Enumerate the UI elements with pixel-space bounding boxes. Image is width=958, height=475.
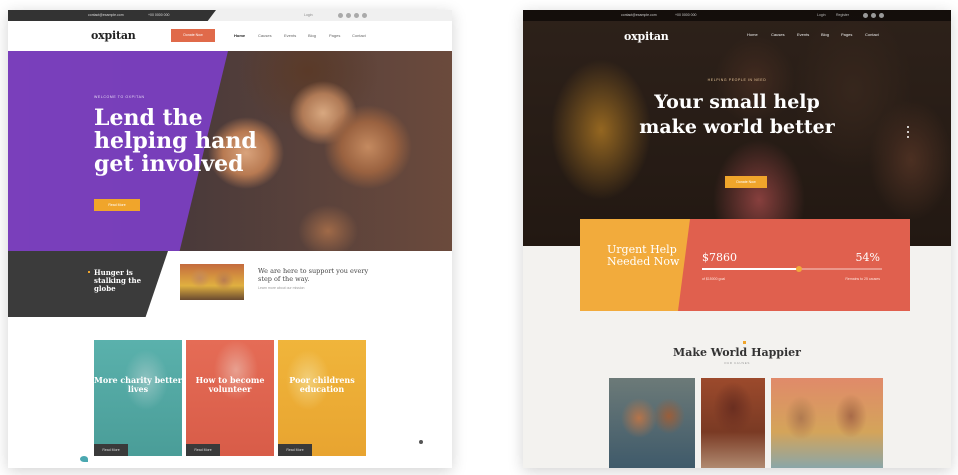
logo[interactable]: oxpitan (91, 29, 136, 42)
linkedin-icon[interactable] (362, 13, 367, 18)
nav-item-events[interactable]: Events (797, 32, 809, 37)
instagram-icon[interactable] (354, 13, 359, 18)
nav-item-contact[interactable]: Contact (865, 32, 879, 37)
card-read-more-button[interactable]: Read More (94, 444, 128, 456)
support-text: We are here to support you every step of… (258, 267, 369, 283)
bird-icon (80, 456, 88, 462)
children-thumbnail (180, 264, 244, 300)
nav-item-blog[interactable]: Blog (308, 33, 316, 38)
goal-text: of $15000 goal (702, 277, 726, 281)
mission-link[interactable]: Learn more about our mission (258, 286, 305, 290)
cause-card-education[interactable]: Poor childrens education Read More (278, 340, 366, 456)
cause-image[interactable] (771, 378, 883, 468)
nav-item-pages[interactable]: Pages (841, 32, 852, 37)
nav-item-events[interactable]: Events (284, 33, 296, 38)
twitter-icon[interactable] (871, 13, 876, 18)
hero-title: Lend the helping hand get involved (94, 105, 257, 177)
twitter-icon[interactable] (346, 13, 351, 18)
cause-card-charity[interactable]: More charity better lives Read More (94, 340, 182, 456)
topbar-phone[interactable]: +00 0000 000 (148, 10, 170, 21)
hero-eyebrow: WELCOME TO OXPITAN (94, 95, 145, 99)
donation-progress-bar (702, 266, 882, 272)
header: oxpitan Donate Now Home Causes Events Bl… (8, 21, 452, 51)
card-title: More charity better lives (94, 375, 182, 394)
nav-item-contact[interactable]: Contact (352, 33, 366, 38)
hero-title: Your small help make world better (639, 91, 835, 138)
card-title: Poor childrens education (289, 375, 355, 394)
topbar-email[interactable]: contact@example.com (621, 10, 657, 21)
raised-percent: 54% (855, 251, 880, 264)
nav-item-causes[interactable]: Causes (771, 32, 785, 37)
hunger-text: Hunger is stalking the globe (88, 269, 154, 293)
topbar-register-link[interactable]: Register (836, 10, 849, 21)
hero-section: WELCOME TO OXPITAN Lend the helping hand… (8, 51, 452, 251)
topbar: contact@example.com +00 0000 000 Login (8, 10, 452, 21)
nav-item-home[interactable]: Home (747, 32, 758, 37)
cause-image[interactable] (609, 378, 695, 468)
card-title: How to become volunteer (195, 375, 265, 394)
hero-section: contact@example.com +00 0000 000 Login R… (523, 10, 951, 246)
section-heading: Make World Happier (673, 346, 801, 359)
scroll-indicator-dot (419, 440, 423, 444)
nav-item-blog[interactable]: Blog (821, 32, 829, 37)
cause-image[interactable] (701, 378, 765, 468)
topbar-login-link[interactable]: Login (304, 10, 313, 21)
raised-amount: $7860 (702, 251, 737, 264)
right-page-mockup: contact@example.com +00 0000 000 Login R… (523, 10, 951, 468)
left-page-mockup: contact@example.com +00 0000 000 Login o… (8, 10, 452, 468)
facebook-icon[interactable] (863, 13, 868, 18)
section-subheading: OUR CAUSES (724, 361, 750, 365)
donation-progress-fill (702, 268, 800, 270)
nav-item-home[interactable]: Home (234, 33, 245, 38)
cause-card-volunteer[interactable]: How to become volunteer Read More (186, 340, 274, 456)
info-strip: Hunger is stalking the globe We are here… (8, 251, 452, 317)
remaining-text: Remains to 25 causes (845, 277, 880, 281)
donation-progress-box (678, 219, 910, 311)
donate-button[interactable]: Donate Now (171, 29, 215, 42)
topbar: contact@example.com +00 0000 000 Login R… (523, 10, 951, 21)
facebook-icon[interactable] (338, 13, 343, 18)
section-accent-dot (743, 341, 746, 344)
urgent-help-banner: Urgent Help Needed Now $7860 54% of $150… (580, 219, 910, 311)
topbar-login-link[interactable]: Login (817, 10, 826, 21)
topbar-phone[interactable]: +00 0000 000 (675, 10, 697, 21)
hero-eyebrow: HELPING PEOPLE IN NEED (707, 78, 767, 82)
logo[interactable]: oxpitan (624, 30, 669, 43)
card-read-more-button[interactable]: Read More (186, 444, 220, 456)
topbar-email[interactable]: contact@example.com (88, 10, 124, 21)
hero-read-more-button[interactable]: Read More (94, 199, 140, 211)
card-read-more-button[interactable]: Read More (278, 444, 312, 456)
instagram-icon[interactable] (879, 13, 884, 18)
nav-item-pages[interactable]: Pages (329, 33, 340, 38)
slider-pagination[interactable] (907, 126, 909, 140)
urgent-title: Urgent Help Needed Now (607, 243, 680, 268)
nav-item-causes[interactable]: Causes (258, 33, 272, 38)
hero-donate-button[interactable]: Donate Now (725, 176, 767, 188)
